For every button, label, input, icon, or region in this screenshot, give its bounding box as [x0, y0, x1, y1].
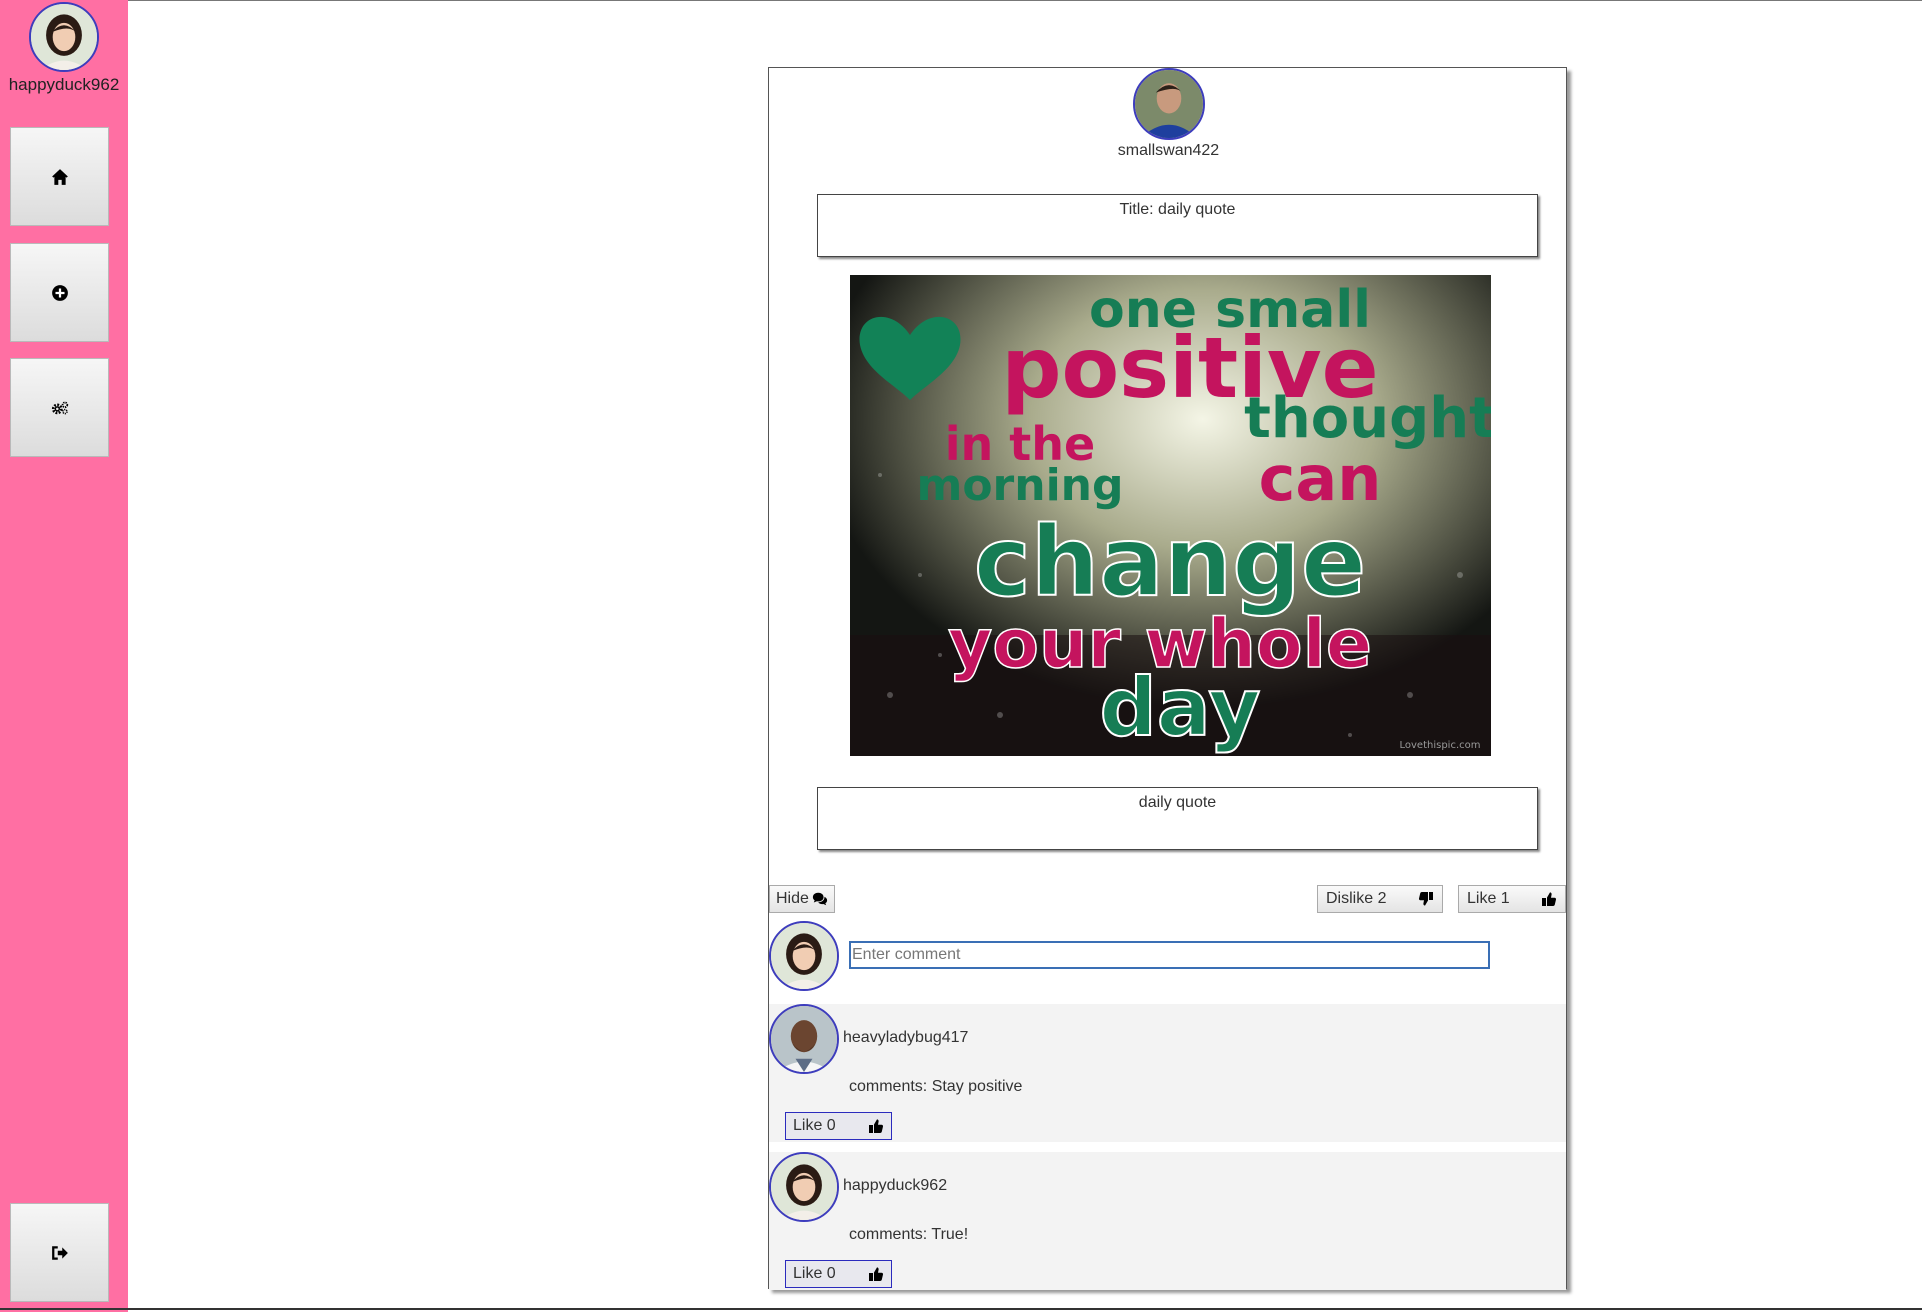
commenter-avatar-image	[771, 1006, 837, 1072]
comment-like-label: Like 0	[793, 1265, 836, 1282]
post-image: one small positive thought in the mornin…	[850, 275, 1491, 756]
gears-icon	[51, 401, 68, 414]
commenter-avatar[interactable]	[769, 1152, 839, 1222]
commenter-avatar[interactable]	[769, 1004, 839, 1074]
comment-like-label: Like 0	[793, 1117, 836, 1134]
comment-input[interactable]	[849, 941, 1490, 969]
comment-like-button[interactable]: Like 0	[785, 1112, 892, 1140]
comment-text: comments: Stay positive	[849, 1078, 1023, 1095]
user-avatar-image	[31, 4, 97, 70]
author-avatar[interactable]	[1133, 68, 1205, 140]
thumbs-up-icon	[869, 1119, 884, 1133]
comment-item: happyduck962 comments: True! Like 0	[769, 1152, 1566, 1290]
image-line-7: change	[974, 506, 1366, 618]
hide-comments-label: Hide	[776, 890, 809, 907]
comment-like-button[interactable]: Like 0	[785, 1260, 892, 1288]
author-username[interactable]: smallswan422	[769, 142, 1568, 160]
comment-item: heavyladybug417 comments: Stay positive …	[769, 1004, 1566, 1142]
commenter-username[interactable]: happyduck962	[843, 1177, 947, 1195]
like-label: Like 1	[1467, 890, 1510, 907]
image-line-6: can	[1259, 442, 1382, 515]
bottom-border	[0, 1308, 1922, 1310]
author-avatar-image	[1135, 70, 1203, 138]
thumbs-up-icon	[1542, 892, 1557, 906]
post-description: daily quote	[817, 787, 1538, 850]
thumbs-down-icon	[1418, 892, 1433, 906]
comment-text: comments: True!	[849, 1226, 969, 1243]
dislike-button[interactable]: Dislike 2	[1317, 885, 1443, 913]
sidebar: happyduck962	[0, 0, 128, 1312]
post-card: smallswan422 Title: daily quote one smal…	[768, 67, 1568, 1290]
quote-image: one small positive thought in the mornin…	[850, 275, 1491, 756]
home-button[interactable]	[10, 127, 109, 226]
dislike-label: Dislike 2	[1326, 890, 1387, 907]
top-border	[0, 0, 1922, 1]
hide-comments-button[interactable]: Hide	[769, 885, 835, 913]
image-watermark: Lovethispic.com	[1400, 740, 1481, 751]
comment-author-avatar	[769, 921, 839, 991]
image-line-5: morning	[916, 460, 1123, 511]
comments-icon	[812, 892, 828, 906]
sidebar-username: happyduck962	[8, 75, 120, 94]
plus-circle-icon	[51, 284, 68, 301]
current-user-avatar[interactable]	[29, 2, 99, 72]
home-icon	[51, 168, 68, 185]
sign-out-icon	[51, 1245, 68, 1260]
post-title: Title: daily quote	[817, 194, 1538, 257]
commenter-username[interactable]: heavyladybug417	[843, 1029, 968, 1047]
like-button[interactable]: Like 1	[1458, 885, 1566, 913]
image-line-9: day	[1100, 661, 1261, 754]
settings-button[interactable]	[10, 358, 109, 457]
thumbs-up-icon	[869, 1267, 884, 1281]
user-avatar-image	[771, 923, 837, 989]
commenter-avatar-image	[771, 1154, 837, 1220]
create-post-button[interactable]	[10, 243, 109, 342]
logout-button[interactable]	[10, 1203, 109, 1302]
